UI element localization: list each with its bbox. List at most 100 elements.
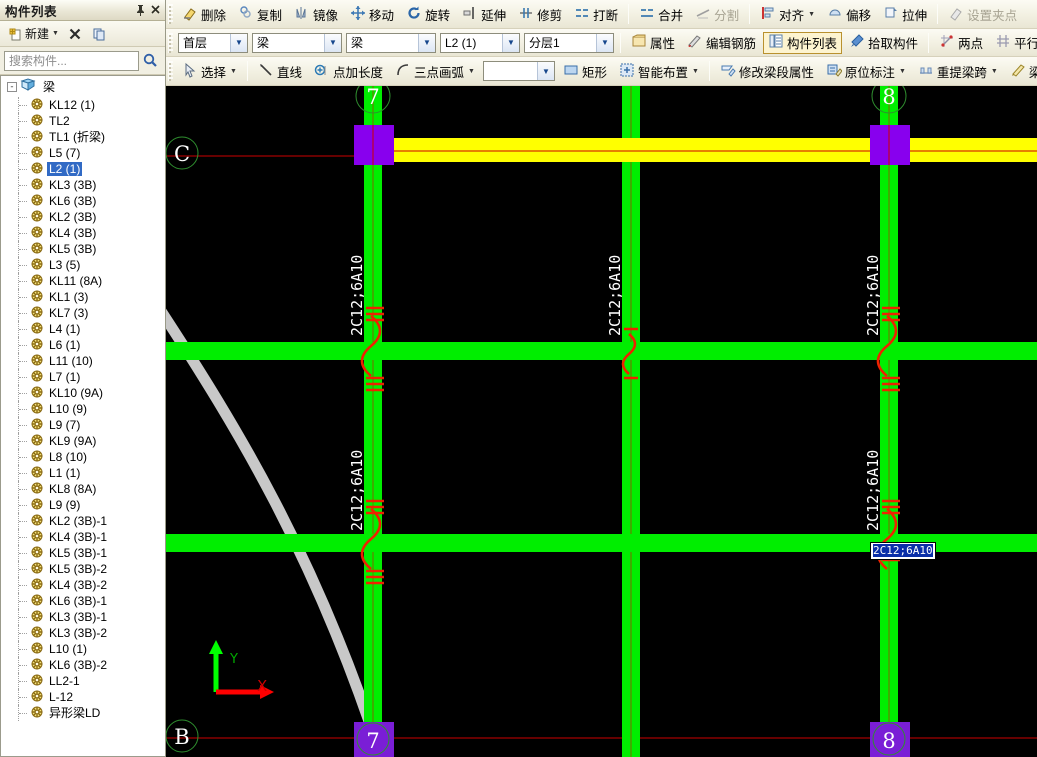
tree-item[interactable]: KL4 (3B) [1, 225, 165, 241]
tree-item[interactable]: KL5 (3B) [1, 241, 165, 257]
tree-item[interactable]: KL2 (3B) [1, 209, 165, 225]
toolbar-button-align[interactable]: 对齐 ▼ [755, 3, 820, 25]
tree-item[interactable]: KL12 (1) [1, 97, 165, 113]
toolbar-button-smartplace[interactable]: 智能布置 ▼ [614, 60, 704, 82]
tree-item[interactable]: L6 (1) [1, 337, 165, 353]
tree-item[interactable]: KL11 (8A) [1, 273, 165, 289]
combo-category[interactable]: 梁 ▼ [252, 32, 342, 53]
toolbar-button-merge[interactable]: 合并 [634, 3, 688, 25]
new-component-button[interactable]: 新建 ▼ [4, 24, 62, 43]
tree-item[interactable]: 异形梁LD [1, 705, 165, 721]
chevron-down-icon[interactable]: ▼ [899, 68, 906, 75]
tree-item[interactable]: L1 (1) [1, 465, 165, 481]
toolbar-button-rotate[interactable]: 旋转 [401, 3, 455, 25]
tree-item[interactable]: KL4 (3B)-1 [1, 529, 165, 545]
grid-bubble-top-8[interactable]: 8 [871, 86, 907, 114]
cad-canvas[interactable]: 7 8 C B 7 8 2C12;6A10 2C12;6A10 2C12;6A1… [166, 86, 1037, 757]
chevron-down-icon[interactable]: ▼ [230, 33, 247, 52]
tree-item[interactable]: L2 (1) [1, 161, 165, 177]
toolbar-button-inplace[interactable]: 原位标注 ▼ [821, 60, 911, 82]
tree-item[interactable]: L8 (10) [1, 449, 165, 465]
chevron-down-icon[interactable]: ▼ [536, 62, 554, 80]
toolbar-grip[interactable] [168, 4, 173, 24]
tree-expander[interactable]: - [7, 81, 17, 92]
toolbar-button-parallel[interactable]: 平行 [990, 32, 1037, 54]
tree-item[interactable]: L10 (1) [1, 641, 165, 657]
copy-component-button[interactable] [88, 25, 110, 43]
combo-component[interactable]: L2 (1) ▼ [440, 32, 520, 53]
tree-item[interactable]: KL6 (3B)-1 [1, 593, 165, 609]
toolbar-button-twopoint[interactable]: 两点 [934, 32, 988, 54]
toolbar-button-stretch[interactable]: 拉伸 [878, 3, 932, 25]
tree-item[interactable]: KL9 (9A) [1, 433, 165, 449]
tree-item[interactable]: L5 (7) [1, 145, 165, 161]
chevron-down-icon[interactable]: ▼ [468, 68, 475, 75]
tree-item[interactable]: L10 (9) [1, 401, 165, 417]
delete-component-button[interactable] [64, 25, 86, 43]
grid-bubble-left-B[interactable]: B [166, 719, 199, 753]
toolbar-button-trim[interactable]: 修剪 [513, 3, 567, 25]
grid-bubble-left-C[interactable]: C [166, 136, 199, 170]
toolbar-button-cursor[interactable]: 选择 ▼ [177, 60, 242, 82]
tree-item[interactable]: L4 (1) [1, 321, 165, 337]
cad-drawing[interactable]: 7 8 C B 7 8 2C12;6A10 2C12;6A10 2C12;6A1… [166, 86, 1037, 757]
tree-item[interactable]: KL7 (3) [1, 305, 165, 321]
tree-item[interactable]: KL5 (3B)-2 [1, 561, 165, 577]
tree-item[interactable]: KL6 (3B) [1, 193, 165, 209]
beam-horizontal-upper[interactable] [166, 342, 1037, 360]
chevron-down-icon[interactable]: ▼ [324, 33, 341, 52]
tree-item[interactable]: KL1 (3) [1, 289, 165, 305]
toolbar-button-copy[interactable]: 复制 [233, 3, 287, 25]
tree-item[interactable]: KL2 (3B)-1 [1, 513, 165, 529]
chevron-down-icon[interactable]: ▼ [502, 33, 519, 52]
tree-item[interactable]: L7 (1) [1, 369, 165, 385]
toolbar-button-pick[interactable]: 拾取构件 [844, 32, 923, 54]
pin-icon[interactable] [133, 3, 148, 18]
chevron-down-icon[interactable]: ▼ [991, 68, 998, 75]
chevron-down-icon[interactable]: ▼ [692, 68, 699, 75]
search-input[interactable]: 搜索构件... [4, 50, 139, 71]
selected-beam-L2[interactable] [366, 138, 1037, 162]
toolbar-button-move[interactable]: 移动 [345, 3, 399, 25]
chevron-down-icon[interactable]: ▼ [418, 33, 435, 52]
tree-item[interactable]: TL2 [1, 113, 165, 129]
tree-item[interactable]: KL3 (3B)-2 [1, 625, 165, 641]
toolbar-button-respan[interactable]: 重提梁跨 ▼ [913, 60, 1003, 82]
tree-item[interactable]: L-12 [1, 689, 165, 705]
tree-item[interactable]: KL3 (3B)-1 [1, 609, 165, 625]
chevron-down-icon[interactable]: ▼ [52, 30, 59, 37]
toolbar-button-spancopy[interactable]: 梁跨数据复制▼ [1005, 60, 1037, 82]
toolbar-grip[interactable] [168, 32, 173, 53]
combo-layer[interactable]: 分层1 ▼ [524, 32, 614, 53]
inline-rebar-value[interactable]: 2C12;6A10 [873, 544, 933, 557]
toolbar-button-arc[interactable]: 三点画弧 ▼ [390, 60, 480, 82]
tree-item[interactable]: KL8 (8A) [1, 481, 165, 497]
inline-rebar-editor[interactable]: 2C12;6A10 [870, 542, 936, 560]
combo-type[interactable]: 梁 ▼ [346, 32, 436, 53]
combo-arc-mode[interactable]: ▼ [482, 61, 555, 81]
tree-item[interactable]: KL10 (9A) [1, 385, 165, 401]
tree-item[interactable]: L11 (10) [1, 353, 165, 369]
toolbar-button-pointlen[interactable]: 点加长度 [309, 60, 388, 82]
toolbar-button-offset[interactable]: 偏移 [822, 3, 876, 25]
toolbar-button-editseg[interactable]: 修改梁段属性 [715, 60, 819, 82]
search-icon[interactable] [139, 51, 161, 71]
tree-item[interactable]: TL1 (折梁) [1, 129, 165, 145]
tree-item[interactable]: L3 (5) [1, 257, 165, 273]
tree-item[interactable]: L9 (9) [1, 497, 165, 513]
chevron-down-icon[interactable]: ▼ [230, 68, 237, 75]
tree-item[interactable]: KL6 (3B)-2 [1, 657, 165, 673]
toolbar-button-mirror[interactable]: 镜像 [289, 3, 343, 25]
toolbar-button-property[interactable]: 属性 [626, 32, 680, 54]
toolbar-button-extend[interactable]: 延伸 [457, 3, 511, 25]
combo-floor[interactable]: 首层 ▼ [178, 32, 248, 53]
tree-root-node[interactable]: - 梁 [1, 76, 165, 97]
toolbar-grip[interactable] [168, 61, 173, 81]
toolbar-button-eraser[interactable]: 删除 [177, 3, 231, 25]
tree-item[interactable]: LL2-1 [1, 673, 165, 689]
tree-item[interactable]: KL5 (3B)-1 [1, 545, 165, 561]
chevron-down-icon[interactable]: ▼ [596, 33, 613, 52]
toolbar-button-rect[interactable]: 矩形 [558, 60, 612, 82]
tree-item[interactable]: L9 (7) [1, 417, 165, 433]
toolbar-button-line[interactable]: 直线 [253, 60, 307, 82]
